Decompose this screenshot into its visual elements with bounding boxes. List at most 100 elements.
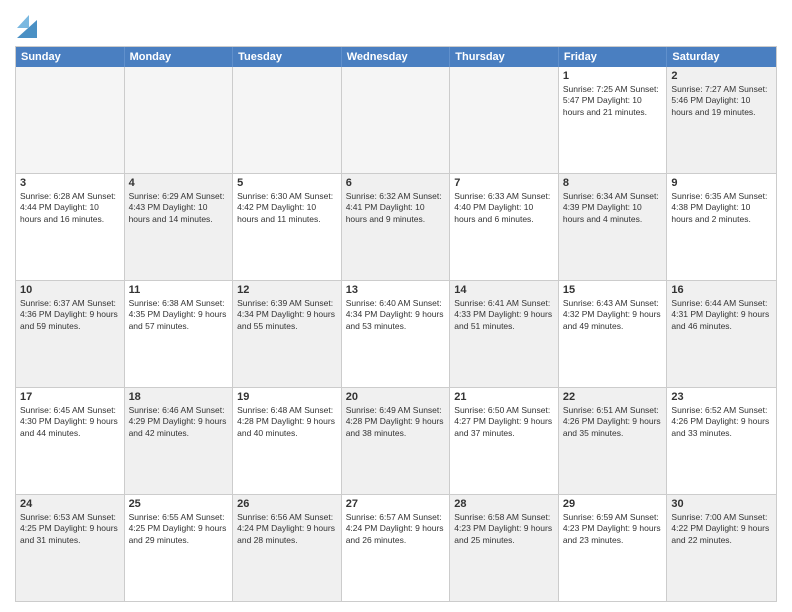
header-day-friday: Friday <box>559 47 668 67</box>
cell-info: Sunrise: 6:46 AM Sunset: 4:29 PM Dayligh… <box>129 405 229 439</box>
cal-cell-1-5: 8 Sunrise: 6:34 AM Sunset: 4:39 PM Daylig… <box>559 174 668 280</box>
calendar-row-2: 10 Sunrise: 6:37 AM Sunset: 4:36 PM Dayli… <box>16 281 776 388</box>
cal-cell-2-1: 11 Sunrise: 6:38 AM Sunset: 4:35 PM Dayli… <box>125 281 234 387</box>
day-number: 19 <box>237 391 337 403</box>
cal-cell-0-3 <box>342 67 451 173</box>
cal-cell-2-3: 13 Sunrise: 6:40 AM Sunset: 4:34 PM Dayli… <box>342 281 451 387</box>
cal-cell-3-2: 19 Sunrise: 6:48 AM Sunset: 4:28 PM Dayli… <box>233 388 342 494</box>
day-number: 17 <box>20 391 120 403</box>
cal-cell-4-1: 25 Sunrise: 6:55 AM Sunset: 4:25 PM Dayli… <box>125 495 234 601</box>
header-day-saturday: Saturday <box>667 47 776 67</box>
calendar: SundayMondayTuesdayWednesdayThursdayFrid… <box>15 46 777 602</box>
cell-info: Sunrise: 6:34 AM Sunset: 4:39 PM Dayligh… <box>563 191 663 225</box>
cell-info: Sunrise: 6:43 AM Sunset: 4:32 PM Dayligh… <box>563 298 663 332</box>
cal-cell-3-0: 17 Sunrise: 6:45 AM Sunset: 4:30 PM Dayli… <box>16 388 125 494</box>
calendar-row-4: 24Sunrise: 6:53 AM Sunset: 4:25 PM Dayli… <box>16 495 776 601</box>
cal-cell-4-4: 28 Sunrise: 6:58 AM Sunset: 4:23 PM Dayli… <box>450 495 559 601</box>
cal-cell-0-0 <box>16 67 125 173</box>
cell-info: Sunrise: 6:53 AM Sunset: 4:25 PM Dayligh… <box>20 512 120 546</box>
day-number: 13 <box>346 284 446 296</box>
day-number: 5 <box>237 177 337 189</box>
day-number: 27 <box>346 498 446 510</box>
cell-info: Sunrise: 7:00 AM Sunset: 4:22 PM Dayligh… <box>671 512 772 546</box>
cell-info: Sunrise: 6:29 AM Sunset: 4:43 PM Dayligh… <box>129 191 229 225</box>
day-number: 29 <box>563 498 663 510</box>
cell-info: Sunrise: 6:37 AM Sunset: 4:36 PM Dayligh… <box>20 298 120 332</box>
cell-info: Sunrise: 7:27 AM Sunset: 5:46 PM Dayligh… <box>671 84 772 118</box>
day-number: 8 <box>563 177 663 189</box>
cal-cell-4-6: 30Sunrise: 7:00 AM Sunset: 4:22 PM Dayli… <box>667 495 776 601</box>
day-number: 25 <box>129 498 229 510</box>
header-day-tuesday: Tuesday <box>233 47 342 67</box>
day-number: 11 <box>129 284 229 296</box>
cal-cell-3-6: 23 Sunrise: 6:52 AM Sunset: 4:26 PM Dayli… <box>667 388 776 494</box>
day-number: 1 <box>563 70 663 82</box>
cell-info: Sunrise: 6:49 AM Sunset: 4:28 PM Dayligh… <box>346 405 446 439</box>
cell-info: Sunrise: 6:51 AM Sunset: 4:26 PM Dayligh… <box>563 405 663 439</box>
calendar-header: SundayMondayTuesdayWednesdayThursdayFrid… <box>16 47 776 67</box>
cell-info: Sunrise: 6:40 AM Sunset: 4:34 PM Dayligh… <box>346 298 446 332</box>
cal-cell-4-3: 27Sunrise: 6:57 AM Sunset: 4:24 PM Dayli… <box>342 495 451 601</box>
cell-info: Sunrise: 6:41 AM Sunset: 4:33 PM Dayligh… <box>454 298 554 332</box>
cal-cell-1-4: 7 Sunrise: 6:33 AM Sunset: 4:40 PM Daylig… <box>450 174 559 280</box>
calendar-row-3: 17 Sunrise: 6:45 AM Sunset: 4:30 PM Dayli… <box>16 388 776 495</box>
cell-info: Sunrise: 6:48 AM Sunset: 4:28 PM Dayligh… <box>237 405 337 439</box>
cal-cell-2-0: 10 Sunrise: 6:37 AM Sunset: 4:36 PM Dayli… <box>16 281 125 387</box>
day-number: 6 <box>346 177 446 189</box>
cal-cell-1-6: 9 Sunrise: 6:35 AM Sunset: 4:38 PM Daylig… <box>667 174 776 280</box>
day-number: 9 <box>671 177 772 189</box>
cell-info: Sunrise: 6:50 AM Sunset: 4:27 PM Dayligh… <box>454 405 554 439</box>
calendar-body: 1Sunrise: 7:25 AM Sunset: 5:47 PM Daylig… <box>16 67 776 601</box>
cal-cell-0-6: 2 Sunrise: 7:27 AM Sunset: 5:46 PM Daylig… <box>667 67 776 173</box>
cell-info: Sunrise: 6:33 AM Sunset: 4:40 PM Dayligh… <box>454 191 554 225</box>
day-number: 16 <box>671 284 772 296</box>
cal-cell-2-6: 16 Sunrise: 6:44 AM Sunset: 4:31 PM Dayli… <box>667 281 776 387</box>
logo <box>15 14 37 38</box>
cell-info: Sunrise: 6:38 AM Sunset: 4:35 PM Dayligh… <box>129 298 229 332</box>
cal-cell-4-2: 26Sunrise: 6:56 AM Sunset: 4:24 PM Dayli… <box>233 495 342 601</box>
cell-info: Sunrise: 6:30 AM Sunset: 4:42 PM Dayligh… <box>237 191 337 225</box>
header-day-wednesday: Wednesday <box>342 47 451 67</box>
cal-cell-3-1: 18 Sunrise: 6:46 AM Sunset: 4:29 PM Dayli… <box>125 388 234 494</box>
day-number: 3 <box>20 177 120 189</box>
header <box>15 10 777 38</box>
cal-cell-3-5: 22Sunrise: 6:51 AM Sunset: 4:26 PM Dayli… <box>559 388 668 494</box>
cal-cell-4-0: 24Sunrise: 6:53 AM Sunset: 4:25 PM Dayli… <box>16 495 125 601</box>
cell-info: Sunrise: 6:35 AM Sunset: 4:38 PM Dayligh… <box>671 191 772 225</box>
cal-cell-2-5: 15Sunrise: 6:43 AM Sunset: 4:32 PM Dayli… <box>559 281 668 387</box>
cal-cell-1-3: 6 Sunrise: 6:32 AM Sunset: 4:41 PM Daylig… <box>342 174 451 280</box>
cal-cell-0-1 <box>125 67 234 173</box>
day-number: 12 <box>237 284 337 296</box>
day-number: 18 <box>129 391 229 403</box>
header-day-monday: Monday <box>125 47 234 67</box>
header-day-sunday: Sunday <box>16 47 125 67</box>
cell-info: Sunrise: 6:39 AM Sunset: 4:34 PM Dayligh… <box>237 298 337 332</box>
cell-info: Sunrise: 6:32 AM Sunset: 4:41 PM Dayligh… <box>346 191 446 225</box>
calendar-row-0: 1Sunrise: 7:25 AM Sunset: 5:47 PM Daylig… <box>16 67 776 174</box>
header-day-thursday: Thursday <box>450 47 559 67</box>
cal-cell-1-1: 4 Sunrise: 6:29 AM Sunset: 4:43 PM Daylig… <box>125 174 234 280</box>
day-number: 7 <box>454 177 554 189</box>
day-number: 26 <box>237 498 337 510</box>
cell-info: Sunrise: 6:45 AM Sunset: 4:30 PM Dayligh… <box>20 405 120 439</box>
cell-info: Sunrise: 6:28 AM Sunset: 4:44 PM Dayligh… <box>20 191 120 225</box>
cell-info: Sunrise: 6:58 AM Sunset: 4:23 PM Dayligh… <box>454 512 554 546</box>
cell-info: Sunrise: 6:52 AM Sunset: 4:26 PM Dayligh… <box>671 405 772 439</box>
cal-cell-3-3: 20Sunrise: 6:49 AM Sunset: 4:28 PM Dayli… <box>342 388 451 494</box>
day-number: 14 <box>454 284 554 296</box>
calendar-row-1: 3 Sunrise: 6:28 AM Sunset: 4:44 PM Daylig… <box>16 174 776 281</box>
cal-cell-2-2: 12 Sunrise: 6:39 AM Sunset: 4:34 PM Dayli… <box>233 281 342 387</box>
cell-info: Sunrise: 6:55 AM Sunset: 4:25 PM Dayligh… <box>129 512 229 546</box>
day-number: 2 <box>671 70 772 82</box>
cal-cell-0-2 <box>233 67 342 173</box>
cal-cell-1-2: 5 Sunrise: 6:30 AM Sunset: 4:42 PM Daylig… <box>233 174 342 280</box>
day-number: 4 <box>129 177 229 189</box>
day-number: 23 <box>671 391 772 403</box>
cal-cell-3-4: 21Sunrise: 6:50 AM Sunset: 4:27 PM Dayli… <box>450 388 559 494</box>
cal-cell-0-5: 1Sunrise: 7:25 AM Sunset: 5:47 PM Daylig… <box>559 67 668 173</box>
logo-text <box>15 14 37 38</box>
day-number: 28 <box>454 498 554 510</box>
cal-cell-2-4: 14 Sunrise: 6:41 AM Sunset: 4:33 PM Dayli… <box>450 281 559 387</box>
day-number: 10 <box>20 284 120 296</box>
cell-info: Sunrise: 6:44 AM Sunset: 4:31 PM Dayligh… <box>671 298 772 332</box>
